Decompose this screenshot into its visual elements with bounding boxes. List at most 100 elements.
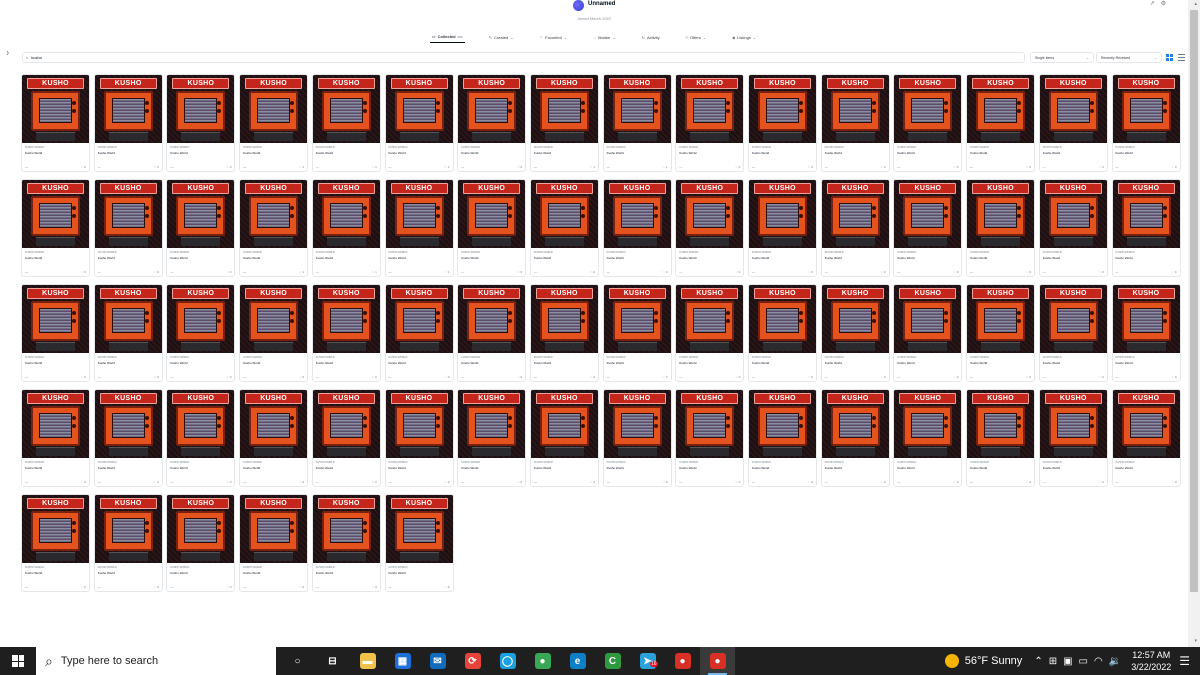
nft-card[interactable]: KUSHO KUSHO WORLD Kusho World --- ♡ 0 xyxy=(1038,389,1108,487)
tab-listings[interactable]: ◆ Listings ⌄ xyxy=(730,31,758,43)
nft-collection-name[interactable]: KUSHO WORLD xyxy=(1043,356,1062,359)
nft-collection-name[interactable]: KUSHO WORLD xyxy=(316,146,335,149)
nft-item-name[interactable]: Kusho World xyxy=(1116,466,1133,470)
nft-image[interactable]: KUSHO xyxy=(458,390,526,458)
nft-image[interactable]: KUSHO xyxy=(240,75,308,143)
nft-card[interactable]: KUSHO KUSHO WORLD Kusho World --- ♡ 0 xyxy=(311,284,381,382)
favorite-button[interactable]: ♡ 0 xyxy=(880,480,885,484)
favorite-button[interactable]: ♡ 1 xyxy=(444,165,449,169)
nft-collection-name[interactable]: KUSHO WORLD xyxy=(752,251,771,254)
nft-item-name[interactable]: Kusho World xyxy=(25,361,42,365)
nft-image[interactable]: KUSHO xyxy=(385,75,453,143)
nft-item-name[interactable]: Kusho World xyxy=(1043,151,1060,155)
nft-item-name[interactable]: Kusho World xyxy=(1043,361,1060,365)
nft-card[interactable]: KUSHO KUSHO WORLD Kusho World --- ♡ 0 xyxy=(21,74,90,172)
favorite-button[interactable]: ♡ 0 xyxy=(299,375,304,379)
nft-card[interactable]: KUSHO KUSHO WORLD Kusho World --- ♡ 0 xyxy=(893,179,963,277)
favorite-button[interactable]: ♡ 0 xyxy=(662,270,667,274)
nft-card[interactable]: KUSHO KUSHO WORLD Kusho World --- ♡ 0 xyxy=(21,389,90,487)
nft-collection-name[interactable]: KUSHO WORLD xyxy=(461,146,480,149)
nft-card[interactable]: KUSHO KUSHO WORLD Kusho World --- ♡ 1 xyxy=(529,74,599,172)
nft-collection-name[interactable]: KUSHO WORLD xyxy=(389,146,408,149)
favorite-button[interactable]: ♡ 1 xyxy=(372,270,377,274)
nft-collection-name[interactable]: KUSHO WORLD xyxy=(243,251,262,254)
nft-image[interactable]: KUSHO xyxy=(530,285,598,353)
taskbar-search[interactable]: ⌕ Type here to search xyxy=(36,647,276,675)
page-scrollbar[interactable]: ▴ ▾ xyxy=(1188,0,1200,647)
nft-card[interactable]: KUSHO KUSHO WORLD Kusho World --- ♡ 0 xyxy=(311,389,381,487)
nft-item-name[interactable]: Kusho World xyxy=(1116,151,1133,155)
nft-image[interactable]: KUSHO xyxy=(894,285,962,353)
nft-card[interactable]: KUSHO KUSHO WORLD Kusho World --- ♡ 0 xyxy=(602,179,672,277)
start-button[interactable] xyxy=(0,647,36,675)
nft-image[interactable]: KUSHO xyxy=(530,180,598,248)
nft-card[interactable]: KUSHO KUSHO WORLD Kusho World --- ♡ 0 xyxy=(966,74,1036,172)
nft-card[interactable]: KUSHO KUSHO WORLD Kusho World --- ♡ 0 xyxy=(893,284,963,382)
nft-collection-name[interactable]: KUSHO WORLD xyxy=(534,461,553,464)
nft-collection-name[interactable]: KUSHO WORLD xyxy=(389,251,408,254)
nft-item-name[interactable]: Kusho World xyxy=(98,571,115,575)
favorite-button[interactable]: ♡ 0 xyxy=(153,480,158,484)
nft-card[interactable]: KUSHO KUSHO WORLD Kusho World --- ♡ 0 xyxy=(457,179,527,277)
nft-collection-name[interactable]: KUSHO WORLD xyxy=(98,251,117,254)
favorite-button[interactable]: ♡ 0 xyxy=(226,165,231,169)
favorite-button[interactable]: ♡ 0 xyxy=(153,585,158,589)
nft-item-name[interactable]: Kusho World xyxy=(679,256,696,260)
nft-collection-name[interactable]: KUSHO WORLD xyxy=(316,566,335,569)
nft-card[interactable]: KUSHO KUSHO WORLD Kusho World --- ♡ 1 xyxy=(311,179,381,277)
nft-image[interactable]: KUSHO xyxy=(1112,75,1180,143)
nft-image[interactable]: KUSHO xyxy=(240,285,308,353)
favorite-button[interactable]: ♡ 0 xyxy=(444,375,449,379)
nft-collection-name[interactable]: KUSHO WORLD xyxy=(970,356,989,359)
nft-collection-name[interactable]: KUSHO WORLD xyxy=(316,356,335,359)
favorite-button[interactable]: ♡ 0 xyxy=(81,165,86,169)
search-input[interactable] xyxy=(31,55,232,60)
favorite-button[interactable]: ♡ 1 xyxy=(590,165,595,169)
nft-collection-name[interactable]: KUSHO WORLD xyxy=(461,251,480,254)
nft-collection-name[interactable]: KUSHO WORLD xyxy=(1116,461,1135,464)
nft-collection-name[interactable]: KUSHO WORLD xyxy=(243,146,262,149)
nft-card[interactable]: KUSHO KUSHO WORLD Kusho World --- ♡ 0 xyxy=(748,389,817,487)
nft-item-name[interactable]: Kusho World xyxy=(170,361,187,365)
network-app-icon[interactable]: ⊞ xyxy=(1049,656,1057,667)
nft-collection-name[interactable]: KUSHO WORLD xyxy=(461,356,480,359)
nft-collection-name[interactable]: KUSHO WORLD xyxy=(243,356,262,359)
nft-collection-name[interactable]: KUSHO WORLD xyxy=(825,251,844,254)
nft-image[interactable]: KUSHO xyxy=(385,180,453,248)
nft-item-name[interactable]: Kusho World xyxy=(98,361,115,365)
nft-card[interactable]: KUSHO KUSHO WORLD Kusho World --- ♡ 0 xyxy=(1111,389,1181,487)
nft-item-name[interactable]: Kusho World xyxy=(825,256,842,260)
nft-image[interactable]: KUSHO xyxy=(312,180,380,248)
nft-image[interactable]: KUSHO xyxy=(167,495,235,563)
filter-sidebar-toggle-icon[interactable]: ❯ xyxy=(6,50,9,55)
nft-item-name[interactable]: Kusho World xyxy=(170,151,187,155)
nft-image[interactable]: KUSHO xyxy=(603,285,671,353)
favorite-button[interactable]: ♡ 0 xyxy=(880,375,885,379)
nft-collection-name[interactable]: KUSHO WORLD xyxy=(897,251,916,254)
nft-collection-name[interactable]: KUSHO WORLD xyxy=(389,356,408,359)
nft-collection-name[interactable]: KUSHO WORLD xyxy=(1116,146,1135,149)
nft-collection-name[interactable]: KUSHO WORLD xyxy=(25,461,44,464)
taskbar-app[interactable]: ✉ xyxy=(420,647,455,675)
nft-collection-name[interactable]: KUSHO WORLD xyxy=(825,146,844,149)
nft-collection-name[interactable]: KUSHO WORLD xyxy=(1043,146,1062,149)
nft-collection-name[interactable]: KUSHO WORLD xyxy=(897,356,916,359)
favorite-button[interactable]: ♡ 1 xyxy=(662,165,667,169)
nft-item-name[interactable]: Kusho World xyxy=(316,361,333,365)
nft-item-name[interactable]: Kusho World xyxy=(170,256,187,260)
scrollbar-thumb[interactable] xyxy=(1190,10,1198,592)
favorite-button[interactable]: ♡ 0 xyxy=(808,270,813,274)
nft-image[interactable]: KUSHO xyxy=(676,390,744,458)
nft-card[interactable]: KUSHO KUSHO WORLD Kusho World --- ♡ 0 xyxy=(457,74,527,172)
favorite-button[interactable]: ♡ 1 xyxy=(299,165,304,169)
favorite-button[interactable]: ♡ 0 xyxy=(735,270,740,274)
wifi-icon[interactable]: ◠ xyxy=(1094,656,1103,667)
nft-collection-name[interactable]: KUSHO WORLD xyxy=(25,356,44,359)
nft-image[interactable]: KUSHO xyxy=(1112,180,1180,248)
nft-item-name[interactable]: Kusho World xyxy=(389,256,406,260)
nft-item-name[interactable]: Kusho World xyxy=(1043,466,1060,470)
nft-item-name[interactable]: Kusho World xyxy=(461,361,478,365)
nft-item-name[interactable]: Kusho World xyxy=(970,466,987,470)
nft-item-name[interactable]: Kusho World xyxy=(970,151,987,155)
nft-item-name[interactable]: Kusho World xyxy=(1116,256,1133,260)
